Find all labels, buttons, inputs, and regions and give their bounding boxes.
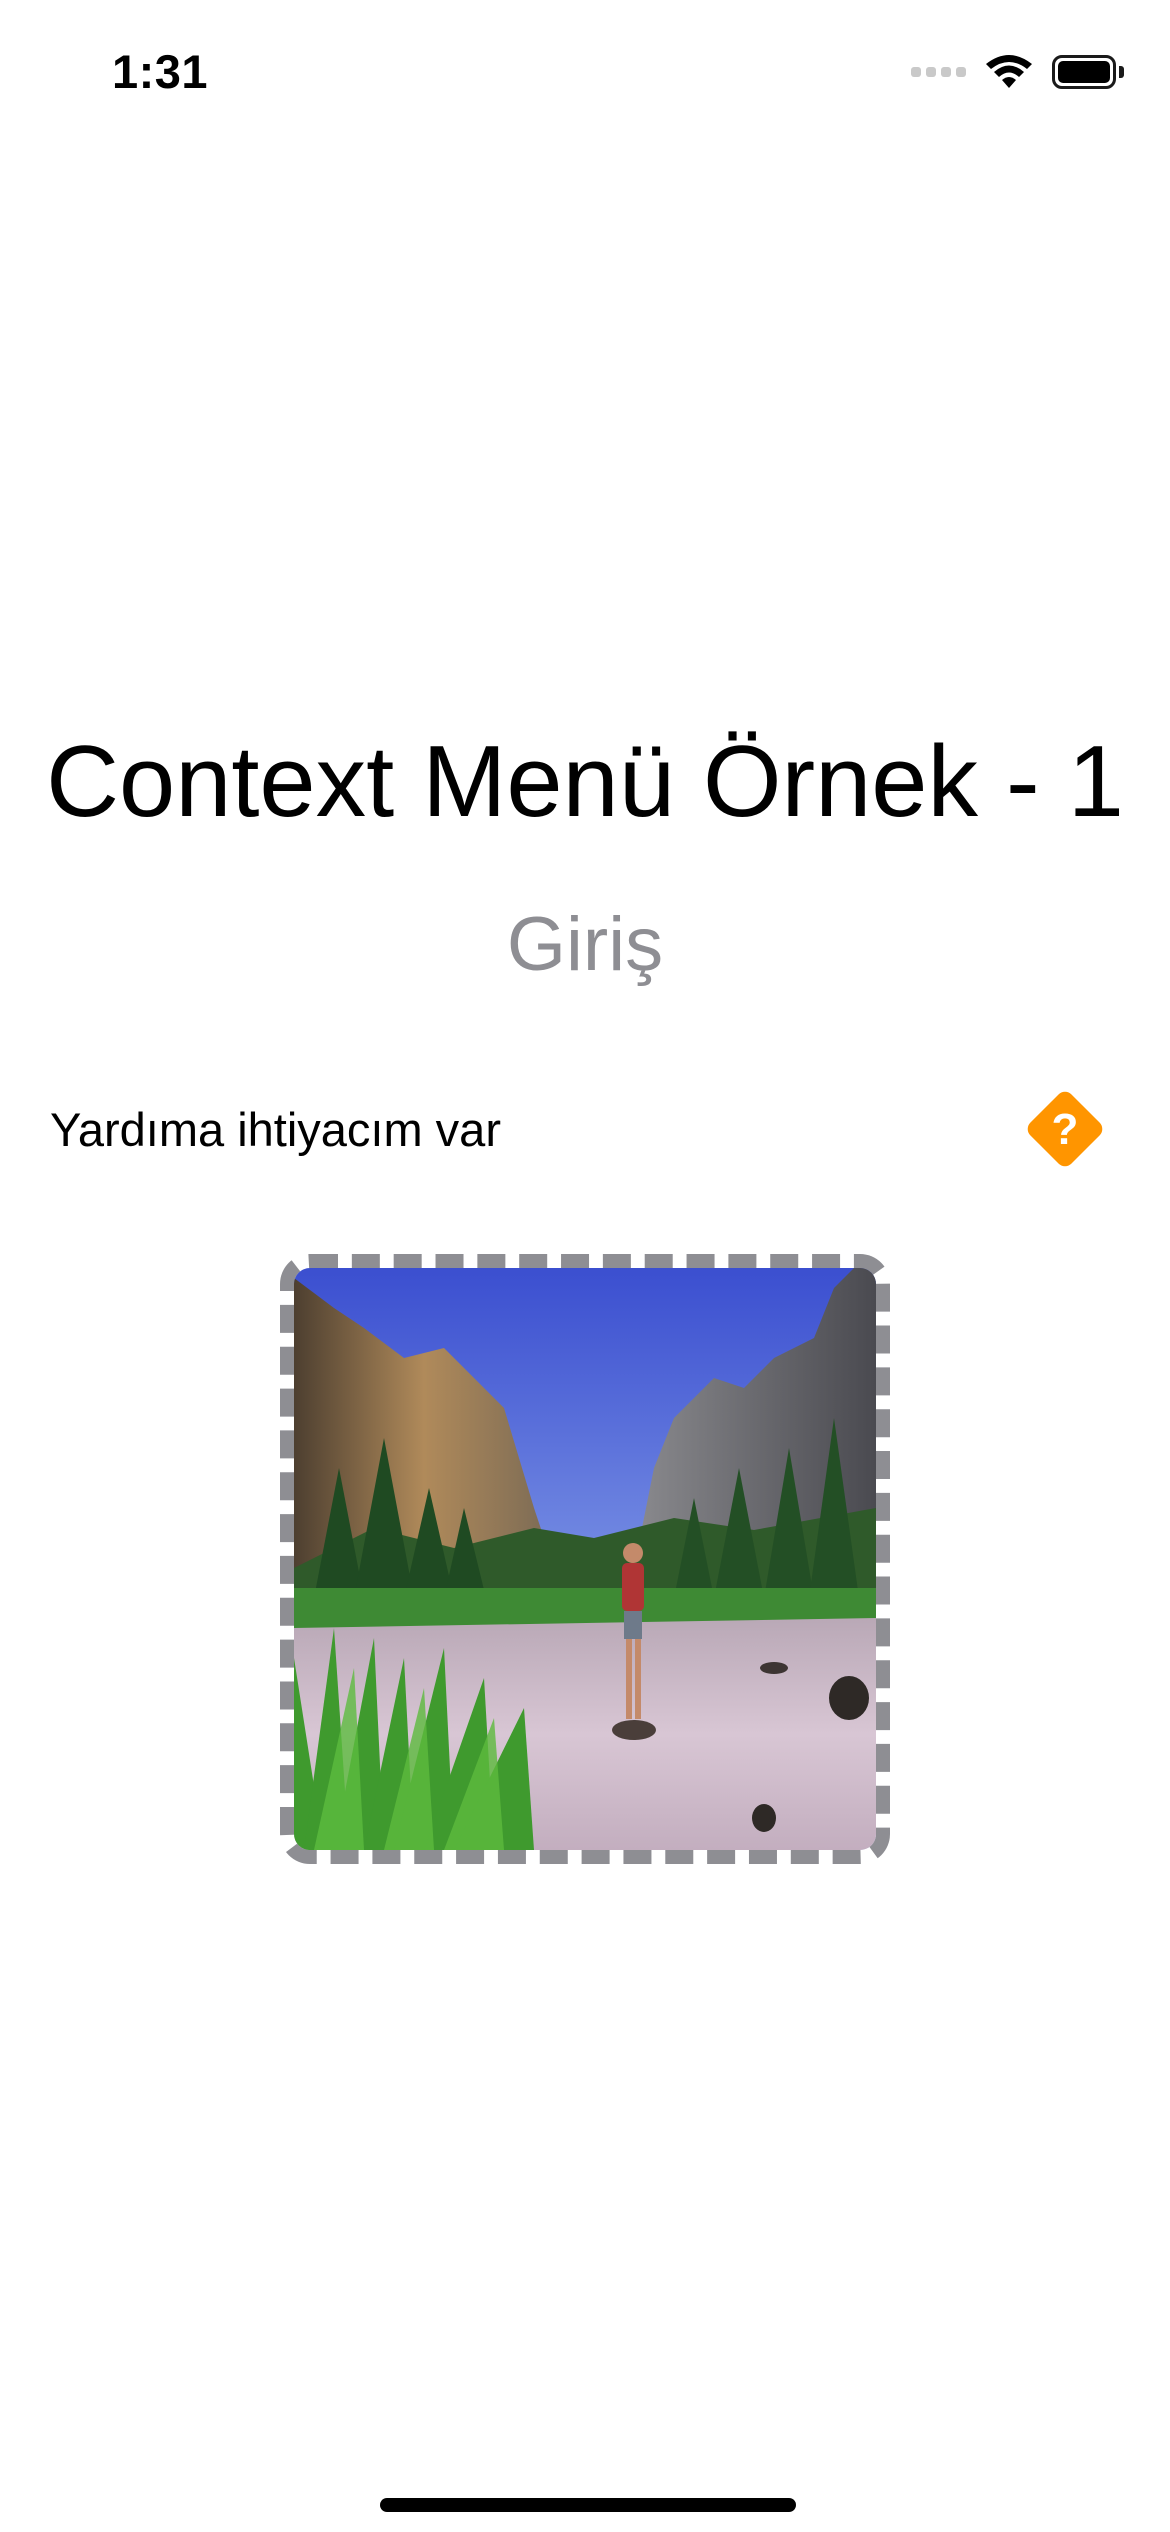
page-subtitle: Giriş (506, 902, 664, 987)
help-row: Yardıma ihtiyacım var ? (50, 1076, 1114, 1186)
battery-icon (1052, 55, 1124, 89)
home-indicator[interactable] (380, 2498, 796, 2512)
status-time: 1:31 (112, 45, 209, 98)
wifi-icon (986, 55, 1032, 88)
page-title: Context Menü Örnek - 1 (46, 726, 1124, 838)
question-diamond-icon: ? (1027, 1091, 1103, 1167)
status-bar: 1:31 (0, 0, 1170, 150)
help-label: Yardıma ihtiyacım var (50, 1103, 501, 1156)
landscape-photo[interactable] (280, 1254, 890, 1864)
cellular-signal-icon (911, 67, 966, 77)
svg-text:?: ? (1052, 1105, 1079, 1154)
help-button[interactable]: ? (1016, 1080, 1114, 1178)
landscape-photo-image (294, 1268, 876, 1850)
status-icons (911, 54, 1124, 90)
